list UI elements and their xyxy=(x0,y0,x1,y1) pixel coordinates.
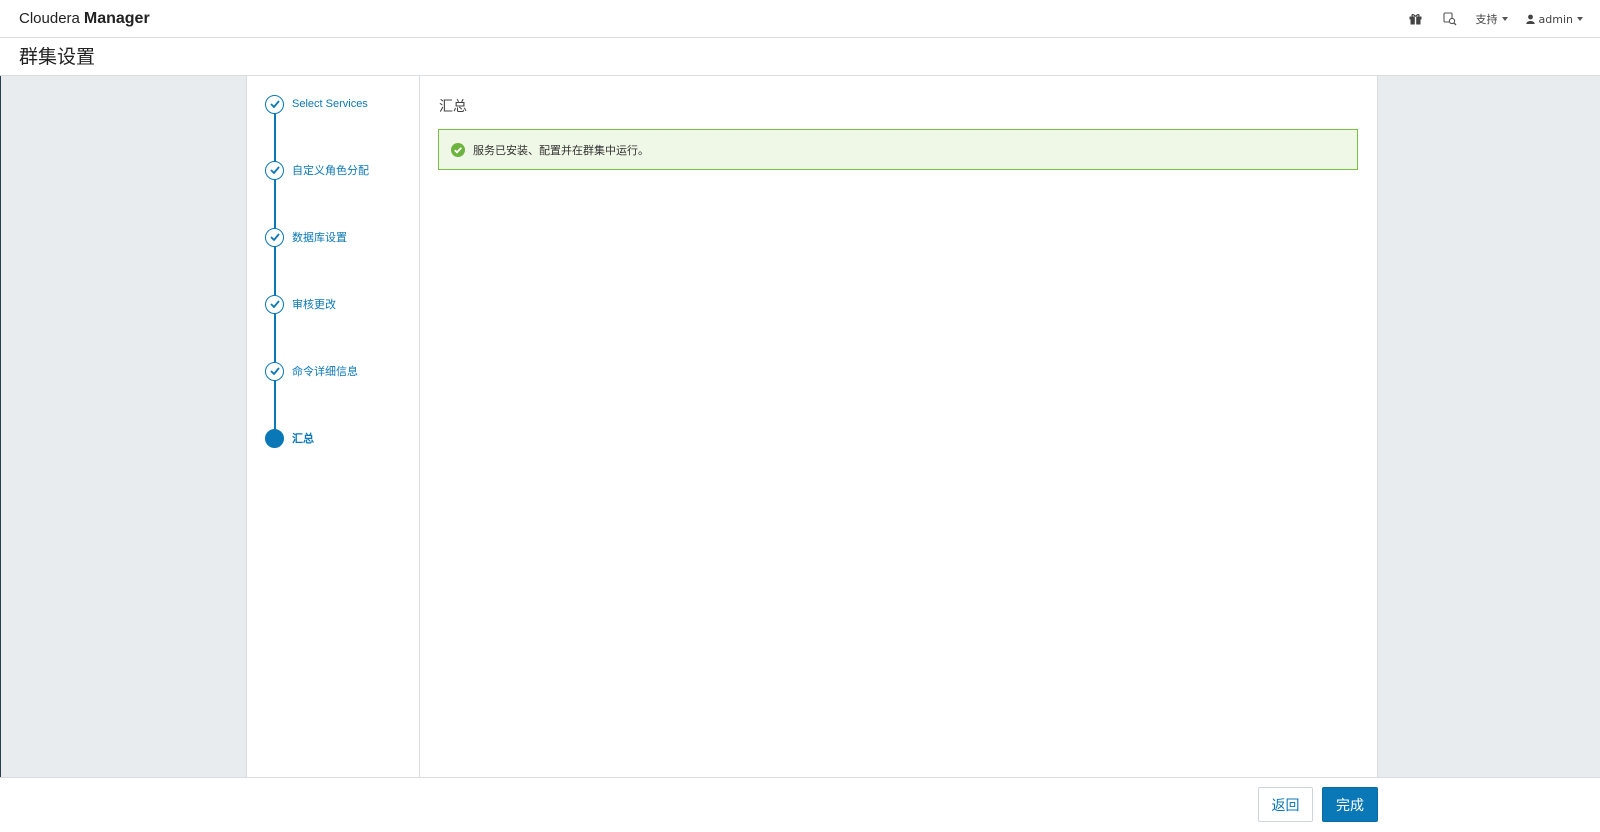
top-navbar: Cloudera Manager 支持 admin xyxy=(0,0,1600,38)
step-label: Select Services xyxy=(292,98,368,110)
check-icon xyxy=(265,294,284,314)
brand-name-light: Cloudera xyxy=(19,10,80,27)
wizard-footer: 返回 完成 xyxy=(0,777,1600,832)
back-button[interactable]: 返回 xyxy=(1258,787,1313,822)
page-title: 群集设置 xyxy=(19,46,96,68)
step-connector-line xyxy=(274,104,276,444)
wizard-content: 汇总 服务已安装、配置并在群集中运行。 xyxy=(420,76,1377,777)
finish-button[interactable]: 完成 xyxy=(1322,787,1378,822)
chevron-down-icon xyxy=(1501,17,1508,21)
check-icon xyxy=(265,94,284,114)
step-role-assignment[interactable]: 自定义角色分配 xyxy=(265,160,369,180)
wizard-panel: Select Services 自定义角色分配 数据库设置 审核更改 命令详细信 xyxy=(246,76,1378,777)
support-menu[interactable]: 支持 xyxy=(1476,11,1508,27)
user-menu[interactable]: admin xyxy=(1525,12,1583,26)
wizard-steps: Select Services 自定义角色分配 数据库设置 审核更改 命令详细信 xyxy=(247,76,420,777)
step-label: 命令详细信息 xyxy=(292,366,358,378)
user-label: admin xyxy=(1538,12,1573,26)
chevron-down-icon xyxy=(1577,17,1583,21)
step-review-changes[interactable]: 审核更改 xyxy=(265,294,336,314)
section-title: 汇总 xyxy=(439,99,467,115)
step-label: 汇总 xyxy=(292,433,314,445)
check-circle-icon xyxy=(451,142,465,157)
navbar-right: 支持 admin xyxy=(1399,0,1592,38)
support-label: 支持 xyxy=(1475,13,1498,26)
page-header: 群集设置 xyxy=(0,38,1600,76)
step-summary[interactable]: 汇总 xyxy=(265,428,314,448)
step-database-setup[interactable]: 数据库设置 xyxy=(265,227,347,247)
step-select-services[interactable]: Select Services xyxy=(265,94,368,114)
success-alert: 服务已安装、配置并在群集中运行。 xyxy=(438,129,1358,170)
check-icon xyxy=(265,361,284,381)
brand-name-bold: Manager xyxy=(83,10,150,27)
alert-message: 服务已安装、配置并在群集中运行。 xyxy=(473,143,649,157)
step-label: 数据库设置 xyxy=(292,232,347,244)
user-icon xyxy=(1525,14,1535,24)
step-command-details[interactable]: 命令详细信息 xyxy=(265,361,358,381)
search-hosts-icon[interactable] xyxy=(1442,11,1458,27)
left-edge-divider xyxy=(0,76,1,777)
step-label: 自定义角色分配 xyxy=(292,165,369,177)
check-icon xyxy=(265,227,284,247)
check-icon xyxy=(265,160,284,180)
active-step-dot-icon xyxy=(265,428,284,448)
brand-logo[interactable]: Cloudera Manager xyxy=(19,9,150,29)
step-label: 审核更改 xyxy=(292,299,336,311)
gift-icon[interactable] xyxy=(1408,11,1424,27)
